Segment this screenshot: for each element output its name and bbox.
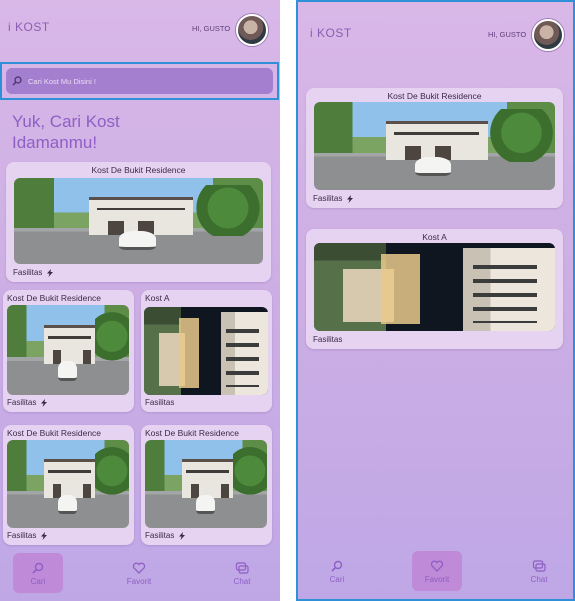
facilities-row: Fasilitas xyxy=(313,335,342,344)
kost-card-title: Kost De Bukit Residence xyxy=(7,293,102,303)
facilities-label: Fasilitas xyxy=(313,194,343,203)
avatar[interactable] xyxy=(532,19,564,51)
search-input[interactable] xyxy=(28,76,248,86)
kost-card-title: Kost A xyxy=(145,293,170,303)
facilities-row: Fasilitas xyxy=(7,398,48,407)
kost-photo xyxy=(14,178,263,264)
avatar[interactable] xyxy=(236,14,268,46)
lightning-icon xyxy=(41,531,48,540)
kost-card-title: Kost De Bukit Residence xyxy=(91,165,186,175)
kost-card[interactable]: Kost De Bukit Residence Fasilitas xyxy=(3,425,134,545)
app-logo: i KOST xyxy=(8,20,50,34)
kost-card-title: Kost De Bukit Residence xyxy=(7,428,102,438)
facilities-row: Fasilitas xyxy=(145,531,186,540)
page-title: Yuk, Cari Kost Idamanmu! xyxy=(12,111,120,153)
home-screen: i KOST HI, GUSTO Yuk, Cari Kost Idamanmu… xyxy=(0,0,280,601)
kost-photo xyxy=(314,102,555,190)
kost-card-title: Kost De Bukit Residence xyxy=(387,91,482,101)
kost-card-title: Kost De Bukit Residence xyxy=(145,428,240,438)
nav-favorit[interactable]: Favorit xyxy=(114,553,164,593)
facilities-label: Fasilitas xyxy=(145,398,175,407)
facilities-row: Fasilitas xyxy=(13,268,54,277)
nav-cari-label: Cari xyxy=(329,574,345,584)
greeting-text: HI, GUSTO xyxy=(192,24,231,33)
nav-cari-label: Cari xyxy=(30,576,46,586)
facilities-label: Fasilitas xyxy=(313,335,343,344)
kost-card[interactable]: Kost De Bukit Residence Fasilitas xyxy=(306,88,563,208)
kost-card-title: Kost A xyxy=(422,232,447,242)
search-bar xyxy=(0,62,279,100)
nav-favorit[interactable]: Favorit xyxy=(412,551,462,591)
nav-chat-label: Chat xyxy=(233,576,251,586)
facilities-label: Fasilitas xyxy=(145,531,175,540)
search-field-container[interactable] xyxy=(6,68,273,94)
kost-photo xyxy=(144,307,268,395)
lightning-icon xyxy=(41,398,48,407)
chat-icon xyxy=(235,561,249,574)
facilities-label: Fasilitas xyxy=(13,268,43,277)
search-icon xyxy=(331,560,343,572)
facilities-label: Fasilitas xyxy=(7,398,37,407)
app-logo: i KOST xyxy=(310,26,352,40)
search-icon xyxy=(32,562,44,574)
kost-card[interactable]: Kost De Bukit Residence Fasilitas xyxy=(3,290,134,412)
lightning-icon xyxy=(347,194,354,203)
nav-favorit-label: Favorit xyxy=(126,576,152,586)
kost-card[interactable]: Kost De Bukit Residence Fasilitas xyxy=(6,162,271,282)
nav-cari[interactable]: Cari xyxy=(312,551,362,591)
lightning-icon xyxy=(179,531,186,540)
nav-chat-label: Chat xyxy=(530,574,548,584)
kost-photo xyxy=(7,440,129,528)
facilities-row: Fasilitas xyxy=(7,531,48,540)
kost-photo xyxy=(314,243,555,331)
nav-chat[interactable]: Chat xyxy=(217,553,267,593)
favorit-screen: i KOST HI, GUSTO Kost De Bukit Residence… xyxy=(296,0,575,601)
chat-icon xyxy=(532,559,546,572)
facilities-label: Fasilitas xyxy=(7,531,37,540)
kost-card[interactable]: Kost A Fasilitas xyxy=(306,229,563,349)
lightning-icon xyxy=(47,268,54,277)
nav-cari[interactable]: Cari xyxy=(13,553,63,593)
kost-card[interactable]: Kost A Fasilitas xyxy=(141,290,272,412)
kost-photo xyxy=(145,440,267,528)
search-icon xyxy=(12,76,22,86)
facilities-row: Fasilitas xyxy=(145,398,174,407)
nav-favorit-label: Favorit xyxy=(424,574,450,584)
heart-icon xyxy=(430,560,444,572)
page-title-line-1: Yuk, Cari Kost xyxy=(12,112,120,131)
nav-chat[interactable]: Chat xyxy=(514,551,564,591)
greeting-text: HI, GUSTO xyxy=(488,30,527,39)
kost-photo xyxy=(7,305,129,395)
page-title-line-2: Idamanmu! xyxy=(12,133,98,152)
heart-icon xyxy=(132,562,146,574)
facilities-row: Fasilitas xyxy=(313,194,354,203)
kost-card[interactable]: Kost De Bukit Residence Fasilitas xyxy=(141,425,272,545)
bottom-nav: Cari Favorit Chat xyxy=(0,553,280,593)
bottom-nav: Cari Favorit Chat xyxy=(298,551,573,591)
